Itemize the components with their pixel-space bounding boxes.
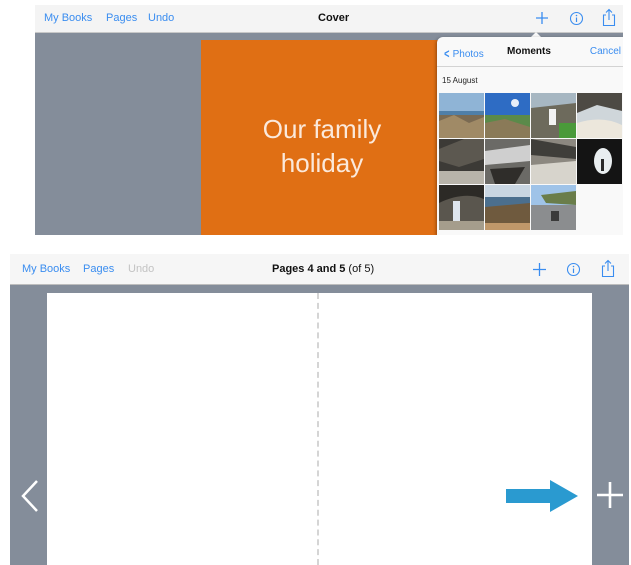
- add-page-icon[interactable]: [596, 481, 624, 509]
- share-icon[interactable]: [602, 8, 616, 27]
- cancel-button[interactable]: Cancel: [590, 46, 621, 57]
- photo-thumbnail[interactable]: [485, 139, 530, 184]
- add-icon[interactable]: [532, 262, 547, 277]
- photo-thumbnail[interactable]: [577, 139, 622, 184]
- undo-link[interactable]: Undo: [128, 263, 154, 275]
- page-spread[interactable]: [47, 293, 592, 565]
- photo-thumbnail[interactable]: [531, 93, 576, 138]
- cover-title[interactable]: Our family holiday: [201, 112, 443, 180]
- moment-date: 15 August: [442, 76, 478, 85]
- pages-link[interactable]: Pages: [83, 263, 114, 275]
- page-title-count: (of 5): [345, 263, 375, 275]
- info-icon[interactable]: [566, 262, 581, 277]
- photo-thumbnail[interactable]: [531, 185, 576, 230]
- photo-thumbnail[interactable]: [439, 93, 484, 138]
- photo-thumbnail[interactable]: [485, 185, 530, 230]
- photo-thumbnail[interactable]: [485, 93, 530, 138]
- previous-page-icon[interactable]: [20, 479, 40, 513]
- page-title: Pages 4 and 5 (of 5): [272, 263, 374, 275]
- bottom-navbar: My Books Pages Undo Pages 4 and 5 (of 5): [10, 254, 629, 285]
- popover-title: Moments: [507, 46, 551, 57]
- cover-editor-screenshot: My Books Pages Undo Cover Our family hol…: [35, 5, 623, 235]
- photo-thumbnail[interactable]: [531, 139, 576, 184]
- next-arrow-icon: [506, 480, 578, 512]
- photos-back-label: Photos: [452, 49, 484, 60]
- book-cover[interactable]: Our family holiday: [201, 40, 443, 235]
- info-icon[interactable]: [569, 11, 584, 26]
- undo-link[interactable]: Undo: [148, 12, 174, 24]
- chevron-left-icon: <: [444, 46, 450, 61]
- pages-link[interactable]: Pages: [106, 12, 137, 24]
- photos-back-button[interactable]: < Photos: [443, 46, 484, 61]
- photo-thumbnail[interactable]: [439, 139, 484, 184]
- add-icon[interactable]: [535, 11, 549, 25]
- spread-editor-screenshot: My Books Pages Undo Pages 4 and 5 (of 5): [10, 254, 629, 565]
- photo-thumbnail[interactable]: [439, 185, 484, 230]
- my-books-link[interactable]: My Books: [44, 12, 92, 24]
- my-books-link[interactable]: My Books: [22, 263, 70, 275]
- photo-picker-popover: < Photos Moments Cancel 15 August: [437, 37, 623, 235]
- share-icon[interactable]: [601, 259, 615, 278]
- page-title-main: Pages 4 and 5: [272, 263, 346, 275]
- spread-gutter-divider: [317, 293, 319, 565]
- top-navbar: My Books Pages Undo Cover: [35, 5, 623, 33]
- popover-header: < Photos Moments Cancel: [437, 37, 623, 67]
- photo-thumbnail[interactable]: [577, 93, 622, 138]
- page-title: Cover: [318, 12, 350, 24]
